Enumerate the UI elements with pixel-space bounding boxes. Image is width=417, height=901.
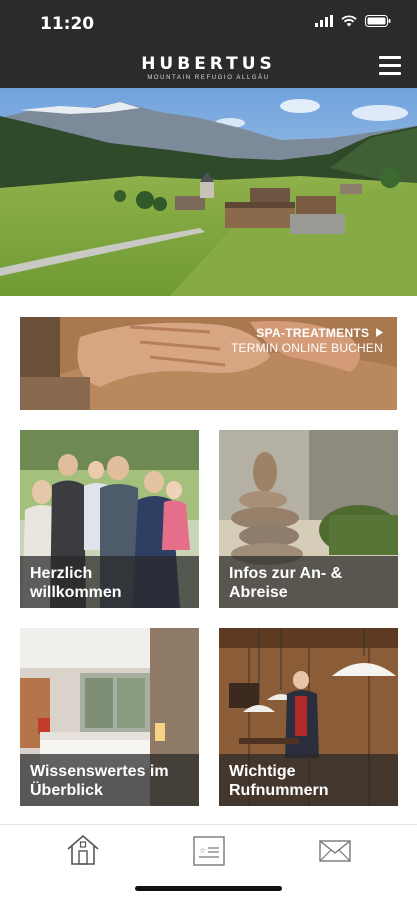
spa-banner-text: SPA-TREATMENTS TERMIN ONLINE BUCHEN — [231, 326, 383, 355]
svg-text:☆: ☆ — [199, 846, 206, 855]
id-card-icon: ☆ — [193, 836, 225, 866]
mail-icon — [319, 840, 351, 862]
spa-banner-subtitle: TERMIN ONLINE BUCHEN — [230, 341, 383, 355]
home-indicator — [135, 886, 282, 891]
triangle-right-icon — [376, 328, 383, 337]
status-time: 11:20 — [40, 14, 95, 34]
wifi-icon — [341, 15, 357, 27]
nav-mail-button[interactable] — [317, 833, 353, 867]
tile-overview[interactable]: Wissenswertes im Überblick — [20, 628, 199, 806]
hero-image — [0, 88, 417, 296]
logo-title: HUBERTUS — [141, 54, 276, 74]
app-header: 11:20 HUBERTUS MOUNTAIN REFUGIO ALLGÄU — [0, 0, 417, 88]
nav-home-button[interactable] — [65, 833, 101, 867]
nav-card-button[interactable]: ☆ — [191, 833, 227, 867]
status-icons — [315, 15, 391, 27]
tile-phone-numbers-label: Wichtige Rufnummern — [219, 754, 398, 806]
spa-banner-title: SPA-TREATMENTS — [231, 326, 383, 340]
battery-icon — [365, 15, 391, 27]
logo: HUBERTUS MOUNTAIN REFUGIO ALLGÄU — [0, 54, 417, 81]
hamburger-menu-button[interactable] — [379, 56, 401, 76]
tile-arrival-departure-label: Infos zur An- & Abreise — [219, 556, 398, 608]
tile-phone-numbers[interactable]: Wichtige Rufnummern — [219, 628, 398, 806]
cellular-signal-icon — [315, 15, 333, 27]
tile-overview-label: Wissenswertes im Überblick — [20, 754, 199, 806]
hamburger-icon — [379, 56, 401, 59]
spa-treatments-banner[interactable]: SPA-TREATMENTS TERMIN ONLINE BUCHEN — [20, 317, 397, 410]
tile-welcome-label: Herzlich willkommen — [20, 556, 199, 608]
logo-subtitle: MOUNTAIN REFUGIO ALLGÄU — [147, 75, 270, 81]
tile-arrival-departure[interactable]: Infos zur An- & Abreise — [219, 430, 398, 608]
tile-welcome[interactable]: Herzlich willkommen — [20, 430, 199, 608]
home-icon — [67, 834, 99, 865]
